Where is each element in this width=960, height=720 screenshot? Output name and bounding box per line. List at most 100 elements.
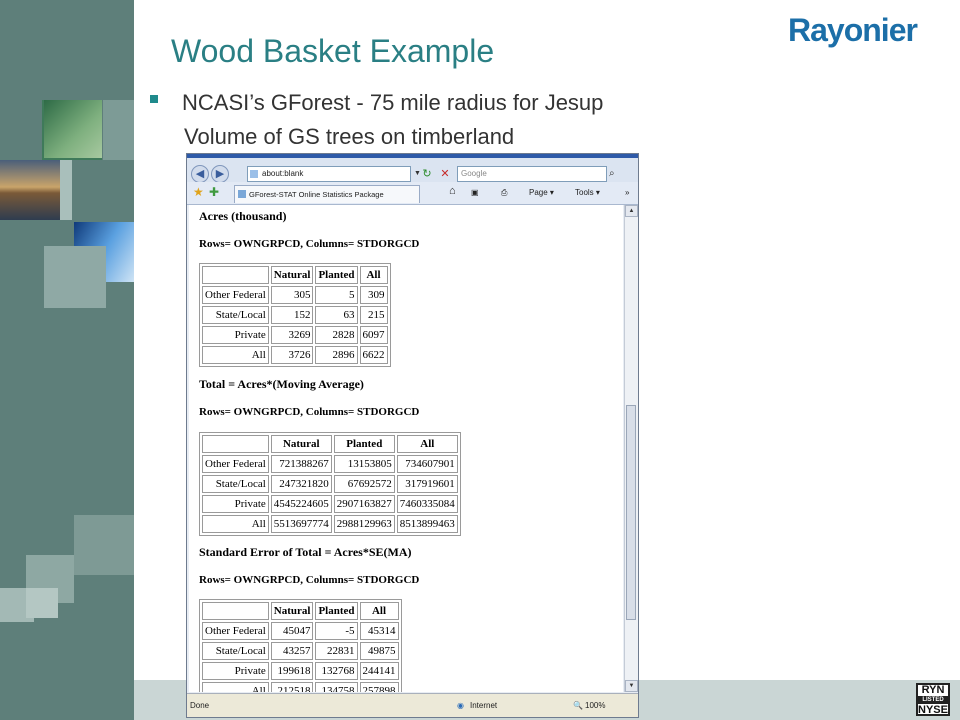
zoom-icon[interactable]: 🔍 [573, 701, 583, 710]
bullet-text: NCASI’s GForest - 75 mile radius for Jes… [182, 90, 604, 115]
column-header: All [359, 266, 388, 284]
column-header: Natural [270, 435, 332, 453]
column-header: Natural [270, 266, 314, 284]
table-header-row: Natural Planted All [202, 266, 388, 284]
forward-button[interactable]: ▶ [211, 165, 229, 183]
table-cell: 2907163827 [333, 495, 395, 513]
section-heading: Acres (thousand) [199, 209, 287, 223]
back-button[interactable]: ◀ [191, 165, 209, 183]
row-label: Other Federal [202, 622, 269, 640]
table-cell: 305 [270, 286, 314, 304]
tab-toolbar: ★ ✚ GForest-STAT Online Statistics Packa… [187, 182, 638, 205]
data-table: Natural Planted All Other Federal 305 5 … [199, 263, 391, 367]
table-row: Other Federal 721388267 13153805 7346079… [202, 455, 458, 473]
table-row: All 5513697774 2988129963 8513899463 [202, 515, 458, 533]
table-cell: 199618 [270, 662, 314, 680]
refresh-icon[interactable]: ↻ [420, 166, 434, 182]
home-icon[interactable]: ⌂ [449, 185, 456, 197]
zoom-level[interactable]: 100% [585, 701, 605, 710]
column-header: Planted [315, 266, 358, 284]
table-cell: 3269 [270, 326, 314, 344]
page-icon [250, 170, 258, 178]
left-decorative-band [0, 0, 134, 720]
table-cell: -5 [315, 622, 358, 640]
table-cell: 734607901 [396, 455, 458, 473]
column-header: Planted [315, 602, 358, 620]
decor-square [26, 588, 58, 618]
table-cell: 215 [359, 306, 388, 324]
column-header: Planted [333, 435, 395, 453]
page-content: Acres (thousand) Rows= OWNGRPCD, Columns… [189, 205, 623, 692]
table-header-row: Natural Planted All [202, 435, 458, 453]
status-bar: Done ◉ Internet 🔍 100% [187, 693, 638, 717]
search-icon[interactable]: ⌕ [609, 166, 623, 182]
row-label: Private [202, 495, 269, 513]
nyse-badge-bottom: NYSE [918, 704, 948, 716]
table-cell: 244141 [359, 662, 399, 680]
table-row: All 3726 2896 6622 [202, 346, 388, 364]
browser-window: ◀ ▶ about:blank ▼ ↻ ✕ Google ⌕ ★ ✚ GFore… [186, 153, 639, 718]
row-label: State/Local [202, 475, 269, 493]
vertical-scrollbar[interactable]: ▲ ▼ [624, 205, 638, 692]
slide-title: Wood Basket Example [171, 33, 495, 69]
page-menu-label: Page [529, 188, 548, 197]
tab-page-icon [238, 190, 246, 198]
add-favorite-icon[interactable]: ✚ [209, 185, 219, 199]
page-menu[interactable]: Page ▾ [529, 187, 554, 199]
table-cell: 257898 [359, 682, 399, 692]
favorites-star-icon[interactable]: ★ [193, 185, 204, 199]
table-cell: 13153805 [333, 455, 395, 473]
scroll-up-arrow-icon[interactable]: ▲ [625, 205, 638, 217]
feeds-icon[interactable]: ▣ [471, 187, 479, 199]
table-row: Private 199618 132768 244141 [202, 662, 399, 680]
data-table: Natural Planted All Other Federal 45047 … [199, 599, 402, 692]
bullet-subline: Volume of GS trees on timberland [184, 124, 515, 149]
table-row: Private 4545224605 2907163827 7460335084 [202, 495, 458, 513]
table-cell: 247321820 [270, 475, 332, 493]
table-header-row: Natural Planted All [202, 602, 399, 620]
decor-square [74, 515, 134, 575]
print-icon[interactable]: ⎙ [501, 187, 507, 199]
table-cell: 309 [359, 286, 388, 304]
chevron-right-icon[interactable]: » [625, 187, 629, 199]
scroll-thumb[interactable] [626, 405, 636, 620]
section-heading: Total = Acres*(Moving Average) [199, 377, 364, 391]
table-cell: 5 [315, 286, 358, 304]
table-cell: 212518 [270, 682, 314, 692]
table-cell: 6097 [359, 326, 388, 344]
address-toolbar: ◀ ▶ about:blank ▼ ↻ ✕ Google ⌕ [187, 158, 638, 183]
rows-columns-label: Rows= OWNGRPCD, Columns= STDORGCD [199, 238, 420, 250]
row-label: Private [202, 326, 269, 344]
table-cell: 317919601 [396, 475, 458, 493]
table-row: All 212518 134758 257898 [202, 682, 399, 692]
rows-columns-label: Rows= OWNGRPCD, Columns= STDORGCD [199, 574, 420, 586]
company-logo: Rayonier [788, 12, 918, 48]
table-cell: 134758 [315, 682, 358, 692]
column-header: All [396, 435, 458, 453]
nyse-badge-middle: LISTED [918, 696, 948, 704]
internet-zone-label: Internet [470, 701, 498, 710]
address-text: about:blank [262, 169, 304, 178]
search-input[interactable]: Google [457, 166, 607, 182]
table-corner-cell [202, 435, 269, 453]
table-cell: 22831 [315, 642, 358, 660]
tools-menu[interactable]: Tools ▾ [575, 187, 600, 199]
table-row: Other Federal 305 5 309 [202, 286, 388, 304]
table-cell: 2896 [315, 346, 358, 364]
table-cell: 5513697774 [270, 515, 332, 533]
stop-icon[interactable]: ✕ [438, 166, 452, 182]
tab-gforest[interactable]: GForest-STAT Online Statistics Package [234, 185, 420, 203]
table-cell: 6622 [359, 346, 388, 364]
scroll-down-arrow-icon[interactable]: ▼ [625, 680, 638, 692]
table-row: State/Local 247321820 67692572 317919601 [202, 475, 458, 493]
table-cell: 2988129963 [333, 515, 395, 533]
table-cell: 45314 [359, 622, 399, 640]
address-bar[interactable]: about:blank [247, 166, 411, 182]
table-cell: 7460335084 [396, 495, 458, 513]
section-heading: Standard Error of Total = Acres*SE(MA) [199, 545, 412, 559]
row-label: All [202, 682, 269, 692]
row-label: Private [202, 662, 269, 680]
row-label: All [202, 346, 269, 364]
table-corner-cell [202, 602, 269, 620]
table-row: Private 3269 2828 6097 [202, 326, 388, 344]
